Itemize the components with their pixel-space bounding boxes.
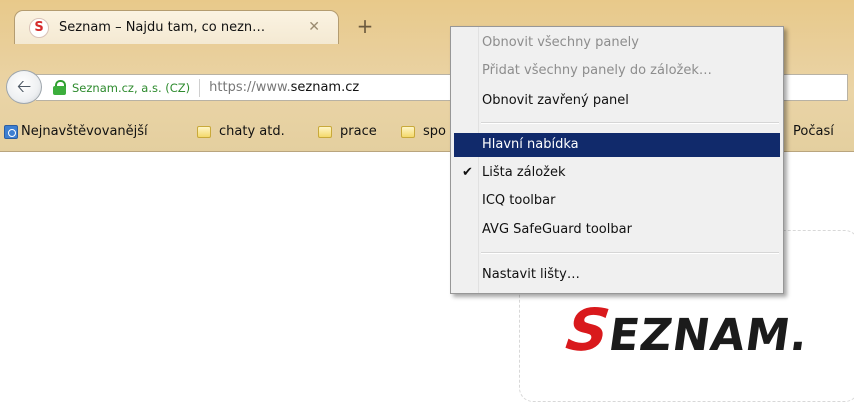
url-prefix: https://www. — [209, 80, 291, 95]
toolbar-context-menu: Obnovit všechny panely Přidat všechny pa… — [450, 26, 784, 294]
menu-item-restore-all-tabs[interactable]: Obnovit všechny panely — [454, 31, 780, 55]
menu-separator — [481, 122, 779, 124]
tab-title: Seznam – Najdu tam, co nezn… — [59, 20, 266, 35]
menu-item-bookmark-all-tabs[interactable]: Přidat všechny panely do záložek… — [454, 59, 780, 83]
bookmark-label: chaty atd. — [219, 124, 285, 139]
bookmark-most-visited[interactable]: Nejnavštěvovanější — [4, 124, 148, 139]
bookmark-folder-spo[interactable]: spo — [401, 124, 446, 139]
menu-item-avg-toolbar[interactable]: AVG SafeGuard toolbar — [454, 218, 780, 242]
url-domain: seznam.cz — [290, 80, 360, 95]
menu-item-label: Obnovit všechny panely — [482, 35, 639, 50]
site-identity[interactable]: Seznam.cz, a.s. (CZ) — [72, 81, 190, 95]
bookmark-folder-prace[interactable]: prace — [318, 124, 377, 139]
checkmark-icon: ✔ — [462, 165, 473, 180]
close-tab-icon[interactable]: ✕ — [308, 19, 320, 35]
most-visited-icon — [4, 124, 18, 139]
bookmark-label: spo — [423, 124, 446, 139]
menu-item-label: Nastavit lišty… — [482, 267, 580, 282]
menu-item-main-menu[interactable]: Hlavní nabídka — [454, 133, 780, 157]
menu-separator — [481, 252, 779, 254]
bookmark-label: Nejnavštěvovanější — [21, 124, 148, 139]
url-text[interactable]: https://www.seznam.cz — [209, 80, 359, 95]
tab-seznam[interactable]: S Seznam – Najdu tam, co nezn… ✕ — [14, 10, 339, 44]
bookmark-label: prace — [340, 124, 377, 139]
menu-item-label: Hlavní nabídka — [482, 137, 579, 152]
menu-item-bookmarks-toolbar[interactable]: ✔ Lišta záložek — [454, 161, 780, 185]
seznam-favicon-icon: S — [29, 17, 49, 38]
folder-icon — [401, 125, 415, 138]
logo-text: EZNAM. — [605, 310, 812, 361]
bookmark-folder-chaty[interactable]: chaty atd. — [197, 124, 285, 139]
menu-item-label: ICQ toolbar — [482, 193, 556, 208]
menu-item-label: AVG SafeGuard toolbar — [482, 222, 632, 237]
folder-icon — [197, 125, 211, 138]
menu-item-customize-toolbars[interactable]: Nastavit lišty… — [454, 263, 780, 287]
arrow-left-icon: 🡠 — [16, 76, 32, 97]
back-button[interactable]: 🡠 — [6, 70, 42, 104]
new-tab-button[interactable]: + — [351, 14, 379, 40]
menu-item-label: Obnovit zavřený panel — [482, 93, 629, 108]
bookmark-pocasi[interactable]: Počasí — [793, 124, 834, 139]
menu-item-label: Lišta záložek — [482, 165, 566, 180]
menu-item-restore-closed-tab[interactable]: Obnovit zavřený panel — [454, 89, 780, 113]
folder-icon — [318, 125, 332, 138]
url-separator — [199, 78, 201, 97]
lock-icon[interactable] — [53, 80, 66, 95]
menu-item-label: Přidat všechny panely do záložek… — [482, 63, 712, 78]
menu-item-icq-toolbar[interactable]: ICQ toolbar — [454, 189, 780, 213]
seznam-logo[interactable]: SEZNAM. — [562, 296, 814, 364]
bookmark-label: Počasí — [793, 124, 834, 139]
